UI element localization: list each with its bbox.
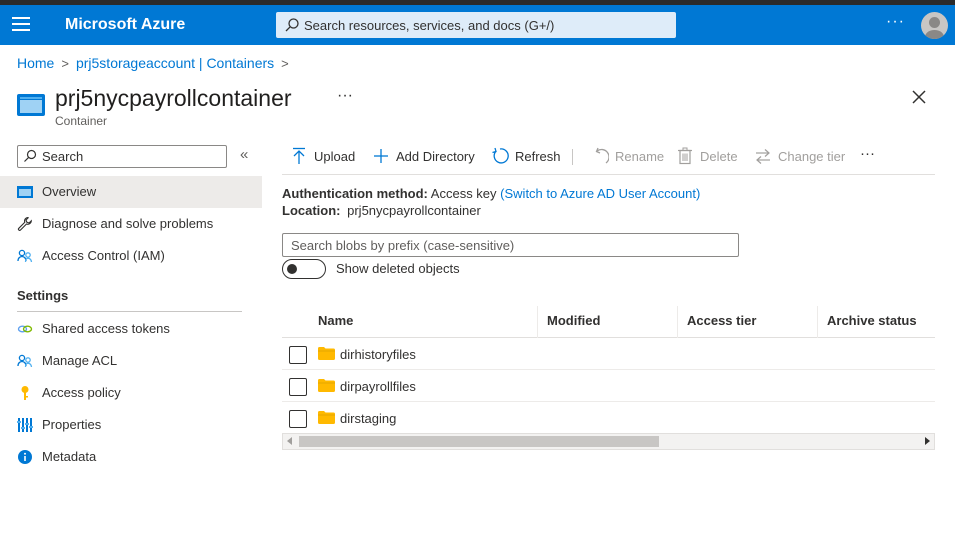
top-bar: Microsoft Azure ···: [0, 5, 955, 45]
sidebar-item-metadata[interactable]: Metadata: [0, 441, 262, 473]
auth-method-info: Authentication method: Access key (Switc…: [282, 186, 700, 201]
sidebar-item-overview[interactable]: Overview: [0, 176, 262, 208]
sidebar-item-manage-acl[interactable]: Manage ACL: [0, 345, 262, 377]
breadcrumb-home[interactable]: Home: [17, 55, 54, 71]
column-header-modified[interactable]: Modified: [547, 313, 600, 328]
key-icon: [21, 386, 29, 400]
search-icon: [24, 149, 37, 162]
container-icon: [17, 94, 45, 116]
row-name[interactable]: dirpayrollfiles: [340, 379, 416, 394]
location-info: Location: prj5nycpayrollcontainer: [282, 203, 481, 218]
folder-icon: [318, 347, 335, 360]
scroll-left-icon[interactable]: [287, 437, 292, 445]
refresh-icon: [492, 147, 509, 164]
sidebar-item-label: Access policy: [42, 385, 121, 400]
more-icon[interactable]: ···: [860, 145, 875, 162]
title-more-icon[interactable]: ···: [337, 87, 353, 105]
sidebar-search-box[interactable]: [17, 145, 227, 168]
blob-search-box[interactable]: [282, 233, 739, 257]
breadcrumb-containers[interactable]: prj5storageaccount | Containers: [76, 55, 274, 71]
location-value: prj5nycpayrollcontainer: [347, 203, 481, 218]
folder-icon: [318, 379, 335, 392]
properties-icon: [17, 418, 33, 432]
row-name[interactable]: dirhistoryfiles: [340, 347, 416, 362]
refresh-label: Refresh: [515, 149, 561, 164]
auth-method-value: Access key: [430, 186, 497, 201]
page-title: prj5nycpayrollcontainer: [55, 85, 292, 111]
sidebar-item-access-policy[interactable]: Access policy: [0, 377, 262, 409]
global-search-box[interactable]: [276, 12, 676, 38]
show-deleted-toggle[interactable]: [282, 259, 326, 279]
sidebar-item-label: Shared access tokens: [42, 321, 170, 336]
sidebar-search-input[interactable]: [42, 147, 222, 166]
link-icon: [17, 325, 33, 333]
column-header-access-tier[interactable]: Access tier: [687, 313, 756, 328]
scroll-right-icon[interactable]: [925, 437, 930, 445]
upload-label: Upload: [314, 149, 356, 164]
wrench-icon: [17, 216, 32, 231]
people-icon: [17, 354, 33, 368]
scroll-thumb[interactable]: [299, 436, 659, 447]
folder-icon: [318, 411, 335, 424]
table-row[interactable]: dirpayrollfiles: [282, 370, 935, 402]
global-search-input[interactable]: [304, 12, 672, 38]
menu-icon[interactable]: [12, 17, 30, 33]
delete-label: Delete: [700, 149, 738, 164]
sidebar-item-diagnose[interactable]: Diagnose and solve problems: [0, 208, 262, 240]
sidebar-item-iam[interactable]: Access Control (IAM): [0, 240, 262, 272]
row-checkbox[interactable]: [289, 346, 307, 364]
trash-icon: [678, 147, 692, 165]
sidebar-item-shared-access-tokens[interactable]: Shared access tokens: [0, 313, 262, 345]
horizontal-scrollbar[interactable]: [282, 433, 935, 450]
collapse-sidebar-icon[interactable]: «: [240, 146, 248, 163]
upload-icon: [293, 147, 305, 164]
rename-label: Rename: [615, 149, 665, 164]
add-icon: [374, 149, 388, 163]
change-tier-icon: [756, 149, 770, 164]
breadcrumb: Home > prj5storageaccount | Containers >: [17, 55, 296, 71]
change-tier-label: Change tier: [778, 149, 846, 164]
auth-method-label: Authentication method:: [282, 186, 428, 201]
command-bar: Upload Add Directory Refresh Rename Dele…: [282, 141, 935, 175]
chevron-right-icon: >: [281, 56, 289, 71]
column-divider: [537, 306, 538, 338]
sidebar-item-label: Manage ACL: [42, 353, 118, 368]
column-divider: [677, 306, 678, 338]
column-header-archive-status[interactable]: Archive status: [827, 313, 917, 328]
table-header: Name Modified Access tier Archive status: [282, 306, 935, 338]
brand-title[interactable]: Microsoft Azure: [65, 16, 185, 34]
more-icon[interactable]: ···: [886, 13, 905, 31]
table-row[interactable]: dirhistoryfiles: [282, 338, 935, 370]
chevron-right-icon: >: [61, 56, 69, 71]
sidebar-item-label: Properties: [42, 417, 102, 432]
container-icon: [17, 186, 33, 198]
location-label: Location:: [282, 203, 341, 218]
people-icon: [17, 249, 33, 263]
rename-icon: [595, 147, 609, 164]
info-icon: [18, 450, 32, 464]
sidebar-item-properties[interactable]: Properties: [0, 409, 262, 441]
add-directory-label: Add Directory: [396, 149, 475, 164]
switch-auth-link[interactable]: (Switch to Azure AD User Account): [500, 186, 700, 201]
column-header-name[interactable]: Name: [318, 313, 353, 328]
page-subtitle: Container: [55, 114, 108, 128]
sidebar-item-label: Access Control (IAM): [42, 248, 165, 263]
search-icon: [285, 18, 299, 32]
row-checkbox[interactable]: [289, 378, 307, 396]
close-icon[interactable]: [910, 88, 928, 106]
divider: [17, 311, 242, 312]
toggle-knob: [287, 264, 297, 274]
sidebar-item-label: Diagnose and solve problems: [42, 216, 214, 231]
row-name[interactable]: dirstaging: [340, 411, 396, 426]
column-divider: [817, 306, 818, 338]
toolbar-divider: [572, 149, 573, 165]
show-deleted-label: Show deleted objects: [336, 261, 460, 276]
table-row[interactable]: dirstaging: [282, 402, 935, 434]
row-checkbox[interactable]: [289, 410, 307, 428]
sidebar-item-label: Overview: [42, 184, 97, 199]
avatar[interactable]: [921, 12, 948, 39]
settings-section-header: Settings: [17, 288, 69, 303]
blob-search-input[interactable]: [283, 234, 738, 256]
sidebar-item-label: Metadata: [42, 449, 97, 464]
